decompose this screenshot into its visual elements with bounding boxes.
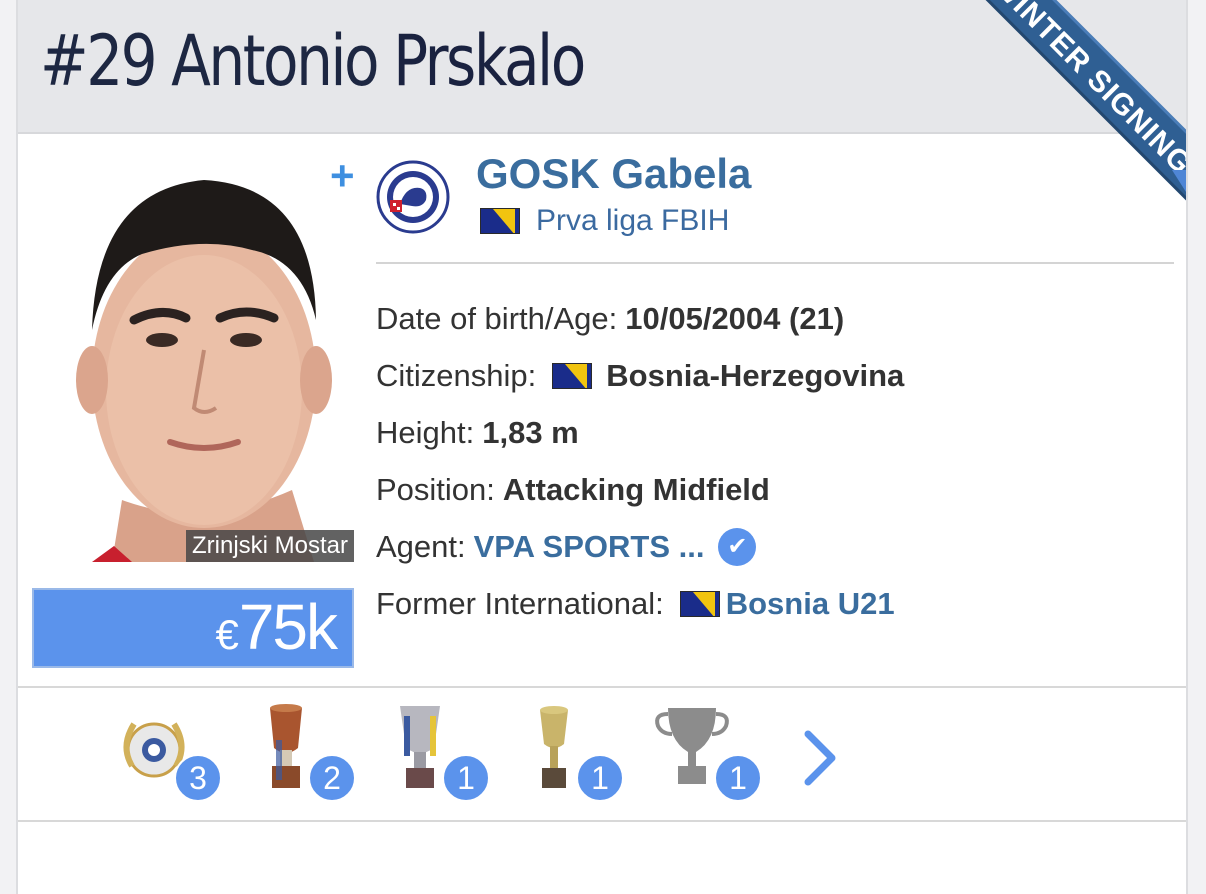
section-separator — [18, 686, 1186, 688]
league-link[interactable]: Prva liga FBIH — [480, 204, 729, 238]
trophy-count-badge: 3 — [174, 754, 222, 802]
chevron-right-icon[interactable] — [802, 728, 842, 788]
league-name: Prva liga FBIH — [536, 204, 730, 237]
trophy-count-badge: 1 — [442, 754, 490, 802]
player-portrait-image — [52, 150, 354, 562]
player-photo[interactable]: Zrinjski Mostar — [52, 150, 354, 562]
bosnia-flag-icon — [480, 208, 520, 234]
bosnia-flag-icon — [552, 362, 593, 389]
gold-cup-icon[interactable]: 1 — [514, 700, 624, 802]
market-value-box[interactable]: €75k — [32, 588, 354, 668]
dob-label: Date of birth/Age: — [376, 300, 618, 336]
international-team-link[interactable]: Bosnia U21 — [726, 586, 895, 622]
add-photo-button[interactable]: + — [330, 152, 355, 200]
player-details: Date of birth/Age: 10/05/2004 (21) Citiz… — [376, 290, 904, 632]
grey-trophy-icon[interactable]: 1 — [652, 700, 762, 802]
section-separator — [18, 820, 1186, 822]
player-card: #29 Antonio Prskalo WINTER SIGNING Zrinj… — [16, 0, 1188, 894]
silver-cup-icon[interactable]: 1 — [380, 700, 490, 802]
agent-row: Agent: VPA SPORTS ... ✔ — [376, 518, 904, 575]
club-logo-icon[interactable] — [376, 160, 450, 234]
dob-row: Date of birth/Age: 10/05/2004 (21) — [376, 290, 904, 347]
club-divider — [376, 262, 1174, 264]
bosnia-flag-icon — [679, 590, 720, 617]
position-value: Attacking Midfield — [502, 471, 770, 507]
height-value: 1,83 m — [482, 414, 579, 450]
player-number: #29 — [40, 20, 158, 102]
dob-value: 10/05/2004 (21) — [625, 300, 845, 336]
agent-label: Agent: — [376, 528, 466, 564]
market-value-amount: 75k — [238, 591, 338, 663]
laurel-wreath-icon[interactable]: 3 — [112, 700, 222, 802]
player-title: #29 Antonio Prskalo — [40, 20, 586, 102]
position-row: Position: Attacking Midfield — [376, 461, 904, 518]
height-row: Height: 1,83 m — [376, 404, 904, 461]
citizenship-label: Citizenship: — [376, 357, 537, 393]
trophy-count-badge: 1 — [714, 754, 762, 802]
player-last-name: Prskalo — [393, 20, 586, 102]
player-header: #29 Antonio Prskalo WINTER SIGNING — [18, 0, 1186, 240]
agent-link[interactable]: VPA SPORTS ... — [474, 529, 705, 565]
international-row: Former International: Bosnia U21 — [376, 575, 904, 632]
photo-club-caption: Zrinjski Mostar — [185, 530, 354, 562]
player-first-name: Antonio — [171, 20, 379, 102]
signing-ribbon: WINTER SIGNING — [927, 0, 1186, 240]
market-value-currency: € — [215, 611, 239, 658]
ribbon-fold — [1172, 170, 1186, 192]
trophy-count-badge: 1 — [576, 754, 624, 802]
height-label: Height: — [376, 414, 475, 450]
citizenship-value: Bosnia-Herzegovina — [606, 357, 905, 393]
trophy-count-badge: 2 — [308, 754, 356, 802]
position-label: Position: — [376, 471, 495, 507]
player-profile-page: #29 Antonio Prskalo WINTER SIGNING Zrinj… — [0, 0, 1206, 894]
verified-check-icon: ✔ — [718, 527, 757, 566]
club-name-link[interactable]: GOSK Gabela — [476, 150, 751, 198]
citizenship-row: Citizenship: Bosnia-Herzegovina — [376, 347, 904, 404]
international-label: Former International: — [376, 585, 664, 621]
cup-trophy-icon[interactable]: 2 — [246, 700, 356, 802]
